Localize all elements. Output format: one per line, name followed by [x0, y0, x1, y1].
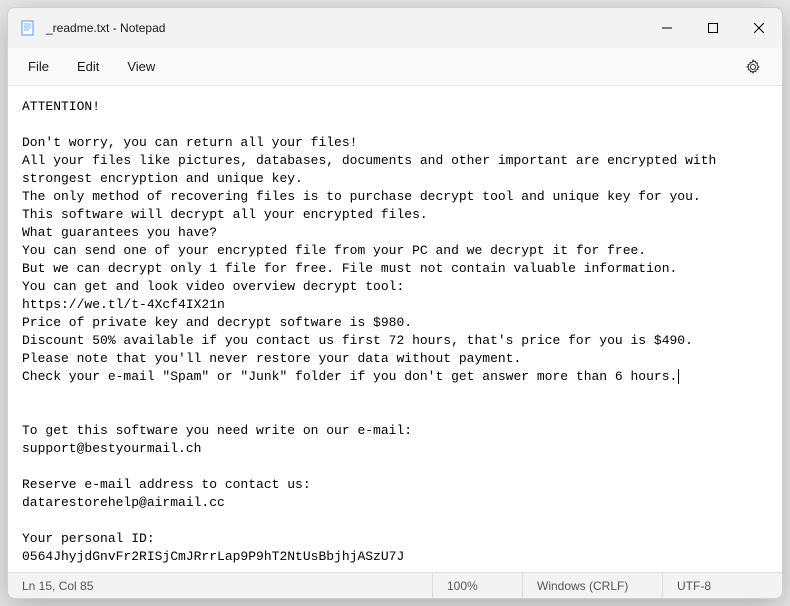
menu-edit[interactable]: Edit [63, 53, 113, 80]
text-line: Price of private key and decrypt softwar… [22, 315, 412, 330]
text-line: Don't worry, you can return all your fil… [22, 135, 357, 150]
status-zoom[interactable]: 100% [432, 573, 522, 598]
status-position: Ln 15, Col 85 [8, 573, 107, 598]
notepad-window: _readme.txt - Notepad File Edit View ATT… [7, 7, 783, 599]
text-line: Please note that you'll never restore yo… [22, 351, 521, 366]
maximize-button[interactable] [690, 8, 736, 48]
text-line: Discount 50% available if you contact us… [22, 333, 693, 348]
text-line: What guarantees you have? [22, 225, 217, 240]
text-line: 0564JhyjdGnvFr2RISjCmJRrrLap9P9hT2NtUsBb… [22, 549, 404, 564]
status-encoding: UTF-8 [662, 573, 782, 598]
notepad-icon [20, 20, 36, 36]
text-line: You can get and look video overview decr… [22, 279, 404, 294]
text-line: You can send one of your encrypted file … [22, 243, 646, 258]
close-button[interactable] [736, 8, 782, 48]
text-line: Reserve e-mail address to contact us: [22, 477, 311, 492]
titlebar[interactable]: _readme.txt - Notepad [8, 8, 782, 48]
status-lineending: Windows (CRLF) [522, 573, 662, 598]
text-line: https://we.tl/t-4Xcf4IX21n [22, 297, 225, 312]
window-title: _readme.txt - Notepad [46, 21, 165, 35]
text-line: The only method of recovering files is t… [22, 189, 701, 204]
text-line: datarestorehelp@airmail.cc [22, 495, 225, 510]
text-line: To get this software you need write on o… [22, 423, 412, 438]
window-controls [644, 8, 782, 48]
menu-file[interactable]: File [14, 53, 63, 80]
text-line: But we can decrypt only 1 file for free.… [22, 261, 677, 276]
minimize-button[interactable] [644, 8, 690, 48]
menubar: File Edit View [8, 48, 782, 86]
text-line: Check your e-mail "Spam" or "Junk" folde… [22, 369, 679, 384]
text-line: Your personal ID: [22, 531, 155, 546]
text-area[interactable]: ATTENTION! Don't worry, you can return a… [8, 86, 782, 572]
text-line: All your files like pictures, databases,… [22, 153, 724, 186]
settings-button[interactable] [736, 50, 770, 84]
text-line: support@bestyourmail.ch [22, 441, 201, 456]
text-line: This software will decrypt all your encr… [22, 207, 428, 222]
text-line: ATTENTION! [22, 99, 100, 114]
statusbar: Ln 15, Col 85 100% Windows (CRLF) UTF-8 [8, 572, 782, 598]
gear-icon [745, 59, 761, 75]
menu-view[interactable]: View [113, 53, 169, 80]
